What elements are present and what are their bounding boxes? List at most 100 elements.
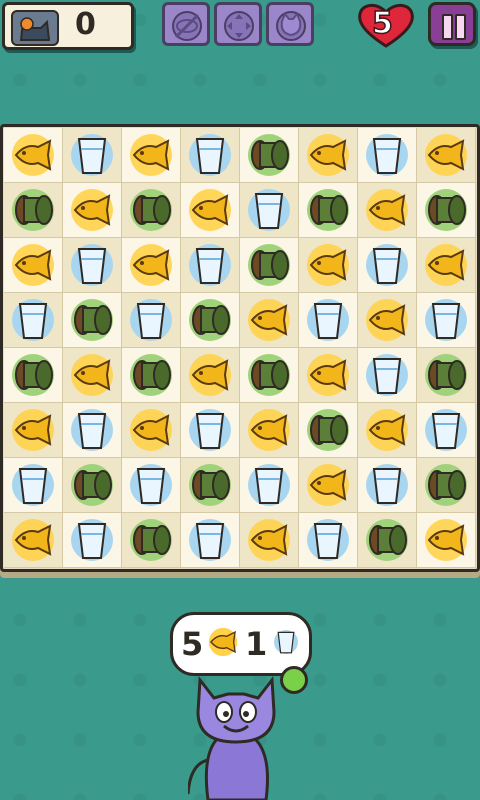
tile-fish[interactable] (299, 128, 358, 183)
water-cup-icon (189, 134, 231, 176)
tile-water[interactable] (240, 183, 299, 238)
fish-icon (248, 519, 290, 561)
tile-fish[interactable] (4, 513, 63, 568)
tile-fish[interactable] (122, 403, 181, 458)
tile-thread[interactable] (240, 348, 299, 403)
fish-icon (71, 189, 113, 231)
tile-fish[interactable] (358, 293, 417, 348)
tile-water[interactable] (299, 293, 358, 348)
tile-water[interactable] (181, 128, 240, 183)
tile-water[interactable] (299, 513, 358, 568)
tile-fish[interactable] (122, 238, 181, 293)
tile-water[interactable] (63, 238, 122, 293)
shuffle-booster-button[interactable] (162, 2, 210, 46)
tile-thread[interactable] (4, 183, 63, 238)
thread-spool-icon (425, 354, 467, 396)
tile-fish[interactable] (122, 128, 181, 183)
tile-fish[interactable] (417, 128, 476, 183)
tile-thread[interactable] (122, 183, 181, 238)
thread-spool-icon (248, 244, 290, 286)
tile-fish[interactable] (299, 238, 358, 293)
water-cup-icon (366, 464, 408, 506)
fish-icon (248, 409, 290, 451)
water-cup-icon (425, 299, 467, 341)
tile-water[interactable] (122, 293, 181, 348)
tile-fish[interactable] (4, 238, 63, 293)
thread-spool-icon (307, 409, 349, 451)
tile-fish[interactable] (299, 348, 358, 403)
water-cup-icon (12, 464, 54, 506)
tile-water[interactable] (122, 458, 181, 513)
tile-water[interactable] (181, 238, 240, 293)
water-cup-icon (366, 354, 408, 396)
cat-booster-button[interactable] (266, 2, 314, 46)
tile-fish[interactable] (299, 458, 358, 513)
tile-thread[interactable] (122, 513, 181, 568)
tile-water[interactable] (4, 293, 63, 348)
tile-fish[interactable] (4, 403, 63, 458)
tile-thread[interactable] (358, 513, 417, 568)
tile-fish[interactable] (181, 348, 240, 403)
tile-thread[interactable] (240, 128, 299, 183)
fish-icon (130, 134, 172, 176)
fish-icon (366, 299, 408, 341)
tile-thread[interactable] (417, 458, 476, 513)
tile-fish[interactable] (417, 238, 476, 293)
tile-fish[interactable] (358, 403, 417, 458)
tile-water[interactable] (181, 513, 240, 568)
tile-thread[interactable] (181, 293, 240, 348)
tile-thread[interactable] (181, 458, 240, 513)
tile-water[interactable] (240, 458, 299, 513)
thread-spool-icon (307, 189, 349, 231)
cat-avatar-icon (11, 10, 59, 46)
fish-icon (425, 519, 467, 561)
score-value: 0 (75, 7, 96, 42)
fish-icon (366, 189, 408, 231)
tile-thread[interactable] (63, 458, 122, 513)
pause-button[interactable] (428, 2, 476, 46)
tile-water[interactable] (181, 403, 240, 458)
tile-thread[interactable] (63, 293, 122, 348)
tile-grid (4, 128, 476, 568)
fish-icon (307, 244, 349, 286)
water-cup-icon (71, 134, 113, 176)
tile-fish[interactable] (240, 513, 299, 568)
tile-fish[interactable] (240, 403, 299, 458)
fish-icon (130, 244, 172, 286)
tile-water[interactable] (358, 458, 417, 513)
tile-water[interactable] (358, 348, 417, 403)
tile-water[interactable] (417, 403, 476, 458)
tile-fish[interactable] (63, 348, 122, 403)
fish-icon (425, 134, 467, 176)
tile-fish[interactable] (181, 183, 240, 238)
tile-fish[interactable] (4, 128, 63, 183)
tile-fish[interactable] (63, 183, 122, 238)
tile-water[interactable] (63, 128, 122, 183)
tile-fish[interactable] (240, 293, 299, 348)
swap-booster-button[interactable] (214, 2, 262, 46)
thread-spool-icon (189, 464, 231, 506)
tile-fish[interactable] (417, 513, 476, 568)
tile-thread[interactable] (240, 238, 299, 293)
tile-water[interactable] (358, 238, 417, 293)
tile-thread[interactable] (122, 348, 181, 403)
tile-water[interactable] (4, 458, 63, 513)
water-cup-icon (366, 244, 408, 286)
pause-icon (442, 14, 453, 40)
tile-thread[interactable] (417, 348, 476, 403)
tile-water[interactable] (63, 403, 122, 458)
tile-fish[interactable] (358, 183, 417, 238)
tile-water[interactable] (358, 128, 417, 183)
fish-icon (130, 409, 172, 451)
lives-count: 5 (371, 5, 393, 42)
water-cup-icon (71, 244, 113, 286)
tile-thread[interactable] (299, 183, 358, 238)
tile-water[interactable] (417, 293, 476, 348)
score-panel: 0 (2, 2, 134, 50)
thread-spool-icon (12, 189, 54, 231)
tile-water[interactable] (63, 513, 122, 568)
tile-thread[interactable] (417, 183, 476, 238)
water-cup-icon (248, 464, 290, 506)
tile-thread[interactable] (4, 348, 63, 403)
tile-thread[interactable] (299, 403, 358, 458)
